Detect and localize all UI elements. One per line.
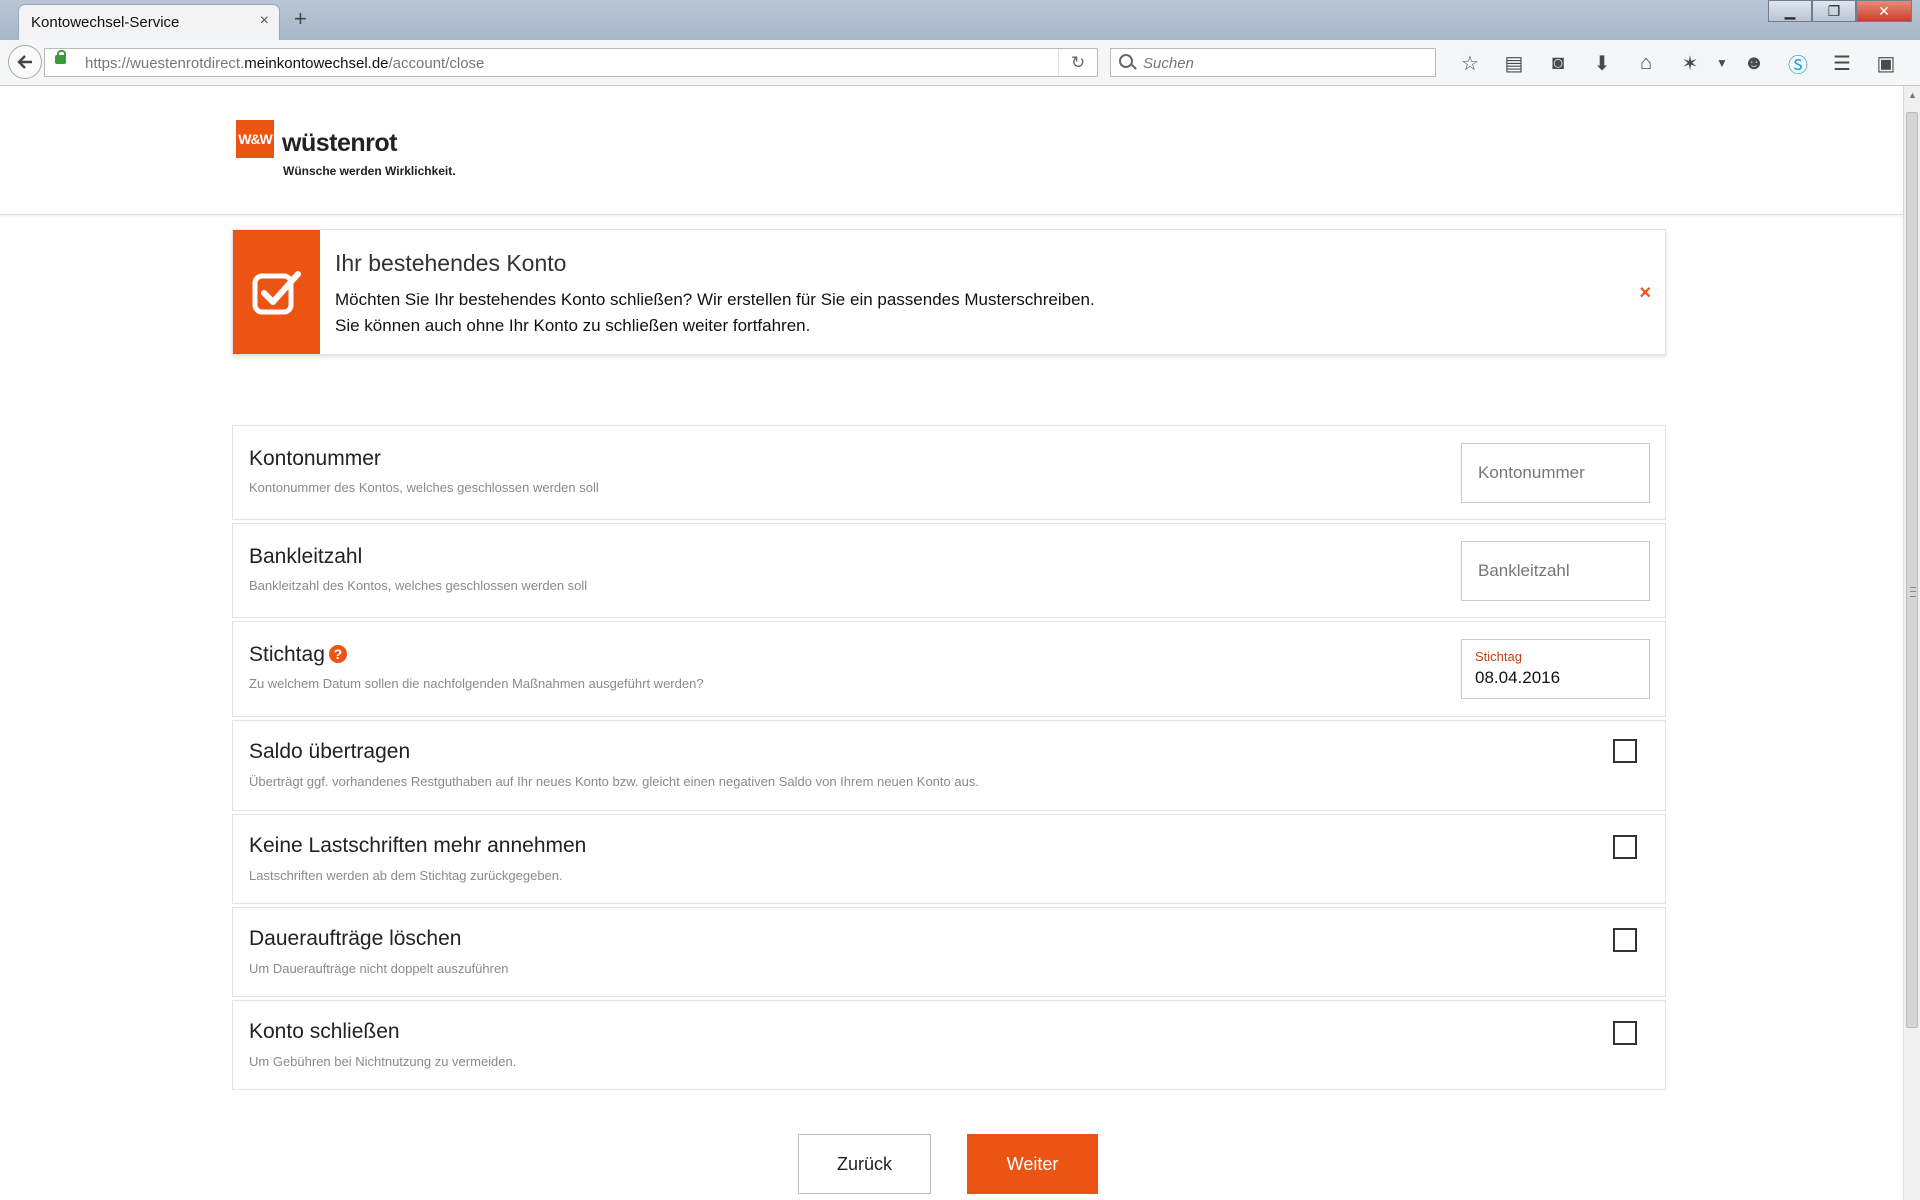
menu-icon[interactable]: ☰ (1820, 48, 1864, 78)
navigation-bar: https://wuestenrotdirect.meinkontowechse… (0, 40, 1920, 86)
info-notice: Ihr bestehendes Konto Möchten Sie Ihr be… (232, 229, 1666, 355)
star-icon[interactable]: ☆ (1448, 48, 1492, 78)
window-controls: ▁ ❐ ✕ (1768, 0, 1912, 22)
konto-schliessen-row: Konto schließen Um Gebühren bei Nichtnut… (232, 1000, 1666, 1090)
url-path: /account/close (388, 55, 485, 72)
bankleitzahl-input[interactable] (1462, 542, 1649, 600)
konto-schliessen-desc: Um Gebühren bei Nichtnutzung zu vermeide… (249, 1054, 517, 1069)
saldo-desc: Überträgt ggf. vorhandenes Restguthaben … (249, 774, 979, 789)
minimize-button[interactable]: ▁ (1768, 0, 1812, 22)
account-icon[interactable]: ▣ (1864, 48, 1908, 78)
scroll-thumb[interactable] (1906, 112, 1918, 1028)
reload-icon[interactable]: ↻ (1058, 49, 1097, 76)
tab-close-icon[interactable]: × (260, 12, 269, 30)
notice-text-1: Möchten Sie Ihr bestehendes Konto schlie… (335, 290, 1095, 309)
stichtag-date-value[interactable]: 08.04.2016 (1475, 668, 1560, 688)
reading-list-icon[interactable]: ▤ (1492, 48, 1536, 78)
url-bar[interactable]: https://wuestenrotdirect.meinkontowechse… (44, 48, 1098, 77)
pocket-icon[interactable]: ◙ (1536, 48, 1580, 78)
page-scrollbar[interactable]: ▲ (1903, 86, 1920, 1200)
kontonummer-title: Kontonummer (249, 447, 381, 470)
tab-title: Kontowechsel-Service (31, 14, 180, 31)
lastschriften-title: Keine Lastschriften mehr annehmen (249, 834, 587, 857)
kontonummer-input[interactable] (1462, 444, 1649, 502)
lastschriften-checkbox[interactable] (1613, 835, 1637, 859)
search-input[interactable] (1141, 53, 1425, 74)
url-prefix: https://wuestenrotdirect. (85, 55, 245, 72)
next-step-button[interactable]: Weiter (967, 1134, 1098, 1194)
close-window-button[interactable]: ✕ (1856, 0, 1912, 22)
lock-icon (55, 50, 66, 64)
lastschriften-row: Keine Lastschriften mehr annehmen Lastsc… (232, 814, 1666, 904)
emoji-icon[interactable]: ☻ (1732, 48, 1776, 78)
back-step-button[interactable]: Zurück (798, 1134, 931, 1194)
back-button[interactable] (8, 45, 42, 79)
bankleitzahl-title: Bankleitzahl (249, 545, 363, 568)
logo-mark: W&W (236, 120, 274, 158)
kontonummer-field[interactable] (1461, 443, 1650, 503)
notice-close-icon[interactable]: × (1639, 282, 1651, 305)
arrow-left-icon (17, 55, 32, 69)
dauerauftraege-desc: Um Daueraufträge nicht doppelt auszuführ… (249, 961, 509, 976)
saldo-checkbox[interactable] (1613, 739, 1637, 763)
extension-icon[interactable]: ✶ (1668, 48, 1712, 78)
saldo-row: Saldo übertragen Überträgt ggf. vorhande… (232, 720, 1666, 811)
download-icon[interactable]: ⬇ (1580, 48, 1624, 78)
bankleitzahl-field[interactable] (1461, 541, 1650, 601)
kontonummer-row: Kontonummer Kontonummer des Kontos, welc… (232, 425, 1666, 520)
search-bar[interactable] (1110, 48, 1436, 77)
account-close-form: Kontonummer Kontonummer des Kontos, welc… (232, 425, 1666, 1093)
saldo-title: Saldo übertragen (249, 740, 411, 763)
notice-icon-panel (233, 230, 320, 354)
url-domain: meinkontowechsel.de (244, 55, 389, 72)
bankleitzahl-row: Bankleitzahl Bankleitzahl des Kontos, we… (232, 523, 1666, 618)
browser-tab[interactable]: Kontowechsel-Service × (18, 4, 280, 40)
toolbar-icons: ☆ ▤ ◙ ⬇ ⌂ ✶ ▼ ☻ Ⓢ ☰ ▣ (1448, 48, 1908, 78)
scroll-up-icon[interactable]: ▲ (1908, 90, 1917, 100)
maximize-button[interactable]: ❐ (1812, 0, 1856, 22)
checkbox-checked-icon (252, 271, 301, 315)
site-header: W&W wüstenrot Wünsche werden Wirklichkei… (0, 86, 1903, 215)
dauerauftraege-row: Daueraufträge löschen Um Daueraufträge n… (232, 907, 1666, 997)
logo-claim: Wünsche werden Wirklichkeit. (283, 164, 456, 178)
new-tab-icon[interactable]: + (294, 6, 307, 32)
stichtag-title: Stichtag (249, 643, 325, 666)
stichtag-date-field[interactable]: Stichtag 08.04.2016 (1461, 639, 1650, 699)
notice-text-2: Sie können auch ohne Ihr Konto zu schlie… (335, 316, 811, 335)
lastschriften-desc: Lastschriften werden ab dem Stichtag zur… (249, 868, 563, 883)
bankleitzahl-desc: Bankleitzahl des Kontos, welches geschlo… (249, 578, 588, 593)
chevron-down-icon[interactable]: ▼ (1712, 48, 1732, 78)
help-icon[interactable]: ? (328, 645, 347, 663)
home-icon[interactable]: ⌂ (1624, 48, 1668, 78)
konto-schliessen-checkbox[interactable] (1613, 1021, 1637, 1045)
logo-name: wüstenrot (282, 129, 397, 157)
stichtag-title-wrap: Stichtag? (249, 643, 347, 667)
url-text[interactable]: https://wuestenrotdirect.meinkontowechse… (85, 55, 484, 72)
search-icon (1119, 54, 1133, 68)
dauerauftraege-checkbox[interactable] (1613, 928, 1637, 952)
kontonummer-desc: Kontonummer des Kontos, welches geschlos… (249, 480, 599, 495)
stichtag-desc: Zu welchem Datum sollen die nachfolgende… (249, 676, 704, 691)
stichtag-row: Stichtag? Zu welchem Datum sollen die na… (232, 621, 1666, 717)
notice-title: Ihr bestehendes Konto (335, 250, 567, 276)
konto-schliessen-title: Konto schließen (249, 1020, 400, 1043)
skype-icon[interactable]: Ⓢ (1776, 48, 1820, 78)
scroll-grip-icon (1910, 587, 1916, 597)
dauerauftraege-title: Daueraufträge löschen (249, 927, 462, 950)
title-bar: Kontowechsel-Service × + ▁ ❐ ✕ (0, 0, 1920, 40)
stichtag-field-label: Stichtag (1475, 649, 1522, 664)
